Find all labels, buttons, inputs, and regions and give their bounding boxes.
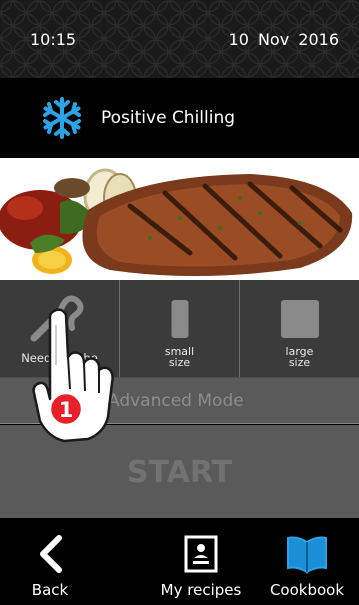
cookbook-button[interactable]: Cookbook — [255, 518, 359, 605]
small-size-label: small size — [164, 345, 195, 369]
back-label: Back — [31, 581, 69, 599]
my-recipes-button[interactable]: My recipes — [145, 518, 257, 605]
back-button[interactable]: Back — [0, 518, 100, 605]
clock-time: 10:15 — [30, 30, 77, 49]
large-size-option[interactable]: large size — [240, 280, 359, 377]
pointing-hand-icon: 1 — [32, 308, 114, 443]
my-recipes-label: My recipes — [160, 581, 242, 599]
chevron-left-icon — [40, 535, 62, 573]
small-size-icon — [171, 300, 188, 338]
snowflake-icon — [43, 97, 81, 139]
advanced-mode-label: Advanced Mode — [108, 391, 244, 411]
mode-title: Positive Chilling — [101, 108, 236, 128]
cookbook-label: Cookbook — [269, 581, 345, 599]
small-size-option[interactable]: small size — [120, 280, 240, 377]
open-book-icon — [287, 536, 327, 574]
step-number: 1 — [59, 398, 74, 422]
food-photo — [0, 158, 359, 280]
recipe-book-icon — [184, 535, 218, 573]
status-bar: 10:15 10 Nov 2016 — [0, 0, 359, 78]
bottom-nav: Back My recipes Cookbook — [0, 518, 359, 605]
large-size-label: large size — [285, 345, 314, 369]
start-label: START — [126, 455, 233, 490]
large-size-icon — [280, 300, 319, 338]
current-date: 10 Nov 2016 — [228, 30, 339, 49]
